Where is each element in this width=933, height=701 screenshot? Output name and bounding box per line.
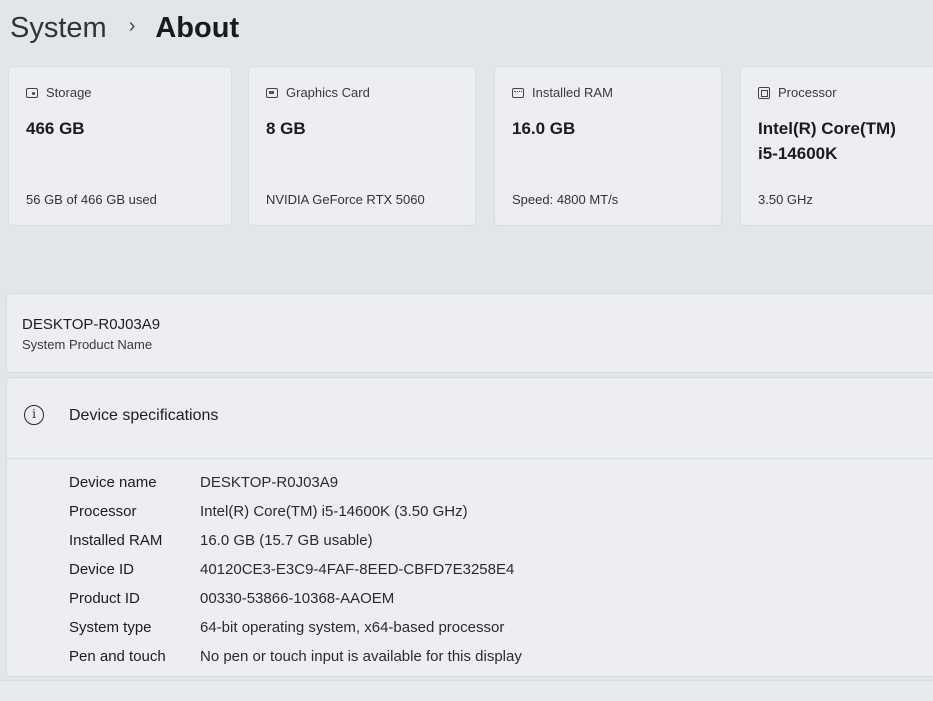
spec-value: DESKTOP-R0J03A9 — [200, 474, 339, 491]
processor-card-value-line2: i5-14600K — [758, 144, 838, 163]
ram-icon — [512, 87, 524, 98]
spec-key: Processor — [69, 503, 137, 520]
storage-card-title: Storage — [46, 85, 92, 100]
graphics-card-header: Graphics Card — [266, 85, 370, 100]
breadcrumb-system-link[interactable]: System — [10, 12, 107, 45]
installed-ram-card[interactable]: Installed RAM 16.0 GB Speed: 4800 MT/s — [494, 66, 722, 226]
processor-icon — [758, 86, 770, 99]
installed-ram-value: 16.0 GB — [512, 119, 576, 138]
processor-card-value: Intel(R) Core(TM) i5-14600K — [758, 116, 896, 166]
spec-value: Intel(R) Core(TM) i5-14600K (3.50 GHz) — [200, 503, 468, 520]
spec-row-processor: Processor Intel(R) Core(TM) i5-14600K (3… — [69, 497, 522, 526]
spec-value: 40120CE3-E3C9-4FAF-8EED-CBFD7E3258E4 — [200, 561, 515, 578]
graphics-card-card[interactable]: Graphics Card 8 GB NVIDIA GeForce RTX 50… — [248, 66, 476, 226]
storage-card-value: 466 GB — [26, 119, 85, 138]
info-icon: i — [24, 405, 44, 425]
spec-value: 16.0 GB (15.7 GB usable) — [200, 532, 373, 549]
spec-key: System type — [69, 619, 152, 636]
spec-key: Product ID — [69, 590, 140, 607]
storage-icon — [26, 87, 38, 98]
system-product-name-label: System Product Name — [22, 337, 153, 352]
device-specifications-title: Device specifications — [69, 407, 219, 424]
spec-row-device-name: Device name DESKTOP-R0J03A9 — [69, 468, 522, 497]
processor-card[interactable]: Processor Intel(R) Core(TM) i5-14600K 3.… — [740, 66, 933, 226]
spec-key: Installed RAM — [69, 532, 163, 549]
graphics-card-icon — [266, 87, 278, 98]
device-specifications-panel: i Device specifications Device name DESK… — [6, 377, 933, 677]
installed-ram-footer: Speed: 4800 MT/s — [512, 192, 619, 207]
device-name-heading: DESKTOP-R0J03A9 — [22, 316, 161, 333]
spec-key: Device name — [69, 474, 157, 491]
spec-row-product-id: Product ID 00330-53866-10368-AAOEM — [69, 584, 522, 613]
graphics-card-value: 8 GB — [266, 119, 306, 138]
spec-key: Device ID — [69, 561, 135, 578]
graphics-card-title: Graphics Card — [286, 85, 370, 100]
spec-row-system-type: System type 64-bit operating system, x64… — [69, 613, 522, 642]
spec-key: Pen and touch — [69, 648, 166, 665]
processor-card-header: Processor — [758, 85, 837, 100]
installed-ram-title: Installed RAM — [532, 85, 613, 100]
processor-card-title: Processor — [778, 85, 837, 100]
spec-value: No pen or touch input is available for t… — [200, 648, 522, 665]
storage-card[interactable]: Storage 466 GB 56 GB of 466 GB used — [8, 66, 232, 226]
spec-row-device-id: Device ID 40120CE3-E3C9-4FAF-8EED-CBFD7E… — [69, 555, 522, 584]
breadcrumb-chevron-icon: › — [128, 14, 136, 37]
breadcrumb: System › About — [10, 6, 239, 50]
graphics-card-footer: NVIDIA GeForce RTX 5060 — [266, 192, 425, 207]
next-panel-edge — [0, 680, 933, 701]
processor-card-footer: 3.50 GHz — [758, 192, 813, 207]
spec-row-installed-ram: Installed RAM 16.0 GB (15.7 GB usable) — [69, 526, 522, 555]
device-specifications-header[interactable]: i Device specifications — [7, 378, 933, 459]
processor-card-value-line1: Intel(R) Core(TM) — [758, 119, 896, 138]
hardware-summary-cards: Storage 466 GB 56 GB of 466 GB used Grap… — [0, 66, 933, 234]
specifications-table: Device name DESKTOP-R0J03A9 Processor In… — [69, 468, 522, 671]
product-name-panel[interactable]: DESKTOP-R0J03A9 System Product Name — [6, 293, 933, 373]
storage-card-header: Storage — [26, 85, 92, 100]
spec-value: 00330-53866-10368-AAOEM — [200, 590, 395, 607]
storage-card-footer: 56 GB of 466 GB used — [26, 192, 157, 207]
page-title: About — [155, 11, 240, 44]
spec-row-pen-and-touch: Pen and touch No pen or touch input is a… — [69, 642, 522, 671]
spec-value: 64-bit operating system, x64-based proce… — [200, 619, 505, 636]
installed-ram-header: Installed RAM — [512, 85, 613, 100]
